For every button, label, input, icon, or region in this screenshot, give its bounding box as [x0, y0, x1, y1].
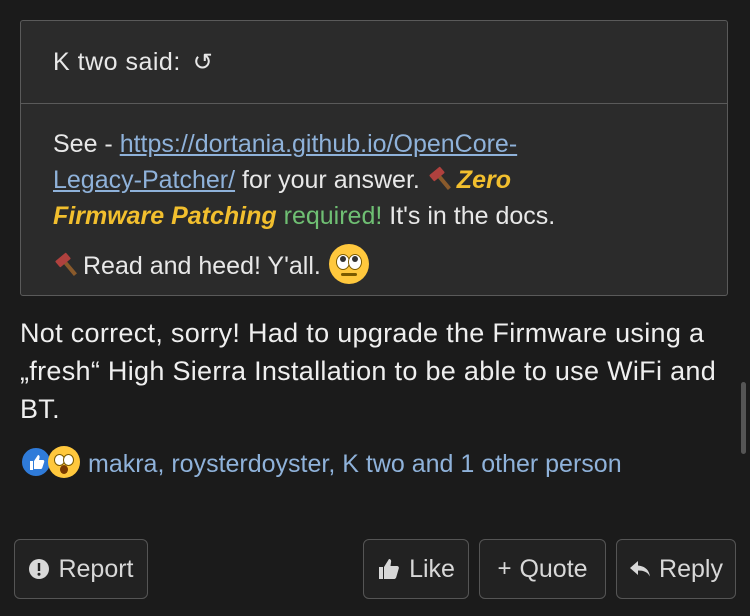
return-arrow-icon[interactable]: ↺ — [193, 48, 214, 77]
hammer-icon — [429, 166, 451, 190]
reply-button[interactable]: Reply — [616, 539, 736, 599]
quote-see: See - — [53, 130, 120, 158]
hammer-icon — [55, 252, 77, 276]
post-message: Not correct, sorry! Had to upgrade the F… — [20, 318, 717, 424]
rolling-eyes-emoji-icon — [328, 244, 369, 284]
quote-header[interactable]: K two said: ↺ — [21, 21, 727, 104]
thumbs-up-icon — [377, 557, 401, 581]
docs-text: It's in the docs. — [382, 202, 556, 230]
report-button[interactable]: Report — [14, 539, 148, 599]
quote-link-part1: https://dortania.github.io/OpenCore- — [119, 130, 518, 158]
zero-firmware-patching-zero: Zero — [456, 166, 511, 194]
exclamation-circle-icon — [28, 558, 50, 580]
quote-link-part2: Legacy-Patcher/ — [53, 166, 236, 194]
plus-icon: + — [497, 555, 512, 582]
zero-firmware-patching-rest: Firmware Patching — [53, 202, 277, 230]
reaction-users[interactable]: makra, roysterdoyster, K two and 1 other… — [88, 450, 622, 478]
quote-text: See - https://dortania.github.io/OpenCor… — [21, 104, 727, 284]
quote-button[interactable]: + Quote — [479, 539, 606, 599]
quote-label: Quote — [519, 554, 588, 583]
required-text: required! — [276, 202, 383, 230]
reply-arrow-icon — [629, 559, 651, 579]
scrollbar[interactable] — [741, 382, 746, 454]
like-label: Like — [409, 554, 455, 583]
reply-label: Reply — [659, 554, 723, 583]
quote-author: K two said: — [53, 47, 181, 76]
like-button[interactable]: Like — [363, 539, 469, 599]
quote-block: K two said: ↺ See - https://dortania.git… — [20, 20, 728, 296]
quote-after-link: for your answer. — [235, 166, 427, 194]
astonished-reaction-icon — [48, 446, 80, 478]
report-label: Report — [58, 554, 134, 583]
reactions-bar[interactable]: makra, roysterdoyster, K two and 1 other… — [20, 446, 720, 482]
read-heed-text: Read and heed! Y'all. — [83, 252, 321, 280]
